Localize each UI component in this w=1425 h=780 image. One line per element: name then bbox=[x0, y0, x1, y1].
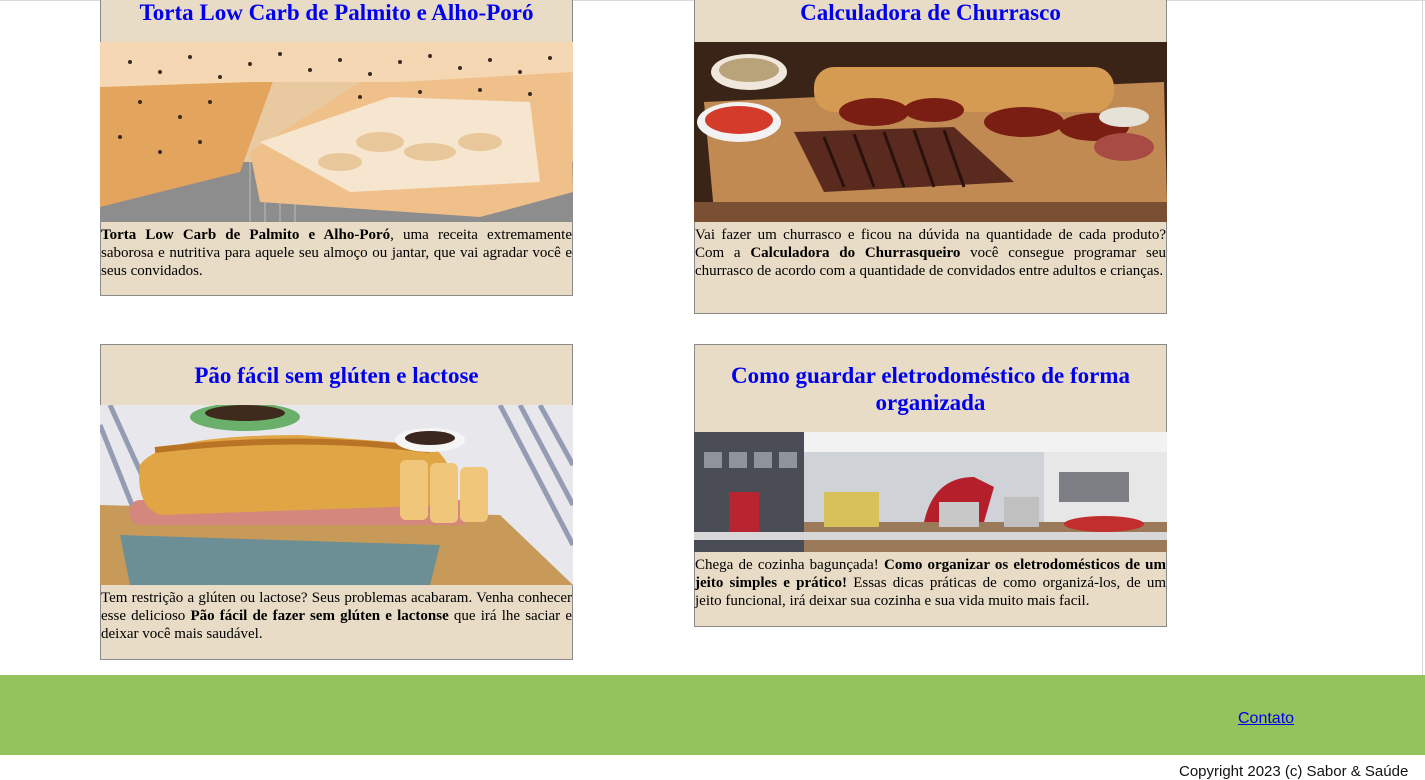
card-description: Torta Low Carb de Palmito e Alho-Poró, u… bbox=[101, 227, 572, 279]
recipe-card-pao: Pão fácil sem glúten e lactose Tem restr… bbox=[100, 344, 573, 660]
recipe-card-churrasco: Calculadora de Churrasco Vai fazer um ch… bbox=[694, 0, 1167, 314]
card-image-churrasco[interactable] bbox=[694, 42, 1167, 222]
recipe-card-torta: Torta Low Carb de Palmito e Alho-Poró To… bbox=[100, 0, 573, 296]
card-title-link[interactable]: Pão fácil sem glúten e lactose bbox=[101, 345, 572, 405]
card-description: Chega de cozinha bagunçada! Como organiz… bbox=[695, 557, 1167, 609]
card-image-torta[interactable] bbox=[100, 42, 573, 222]
card-title-link[interactable]: Torta Low Carb de Palmito e Alho-Poró bbox=[101, 0, 572, 42]
contact-link[interactable]: Contato bbox=[1238, 710, 1294, 728]
card-description: Tem restrição a glúten ou lactose? Seus … bbox=[101, 590, 572, 642]
card-image-pao[interactable] bbox=[100, 405, 573, 585]
card-title-link[interactable]: Calculadora de Churrasco bbox=[695, 0, 1166, 42]
card-title-link[interactable]: Como guardar eletrodoméstico de forma or… bbox=[695, 345, 1166, 432]
card-description: Vai fazer um churrasco e ficou na dúvida… bbox=[695, 227, 1166, 279]
copyright-text: Copyright 2023 (c) Sabor & Saúde bbox=[1179, 763, 1409, 780]
right-border bbox=[1422, 0, 1423, 675]
site-footer: Contato bbox=[0, 675, 1425, 755]
card-image-cozinha[interactable] bbox=[694, 432, 1167, 552]
recipe-card-cozinha: Como guardar eletrodoméstico de forma or… bbox=[694, 344, 1167, 627]
